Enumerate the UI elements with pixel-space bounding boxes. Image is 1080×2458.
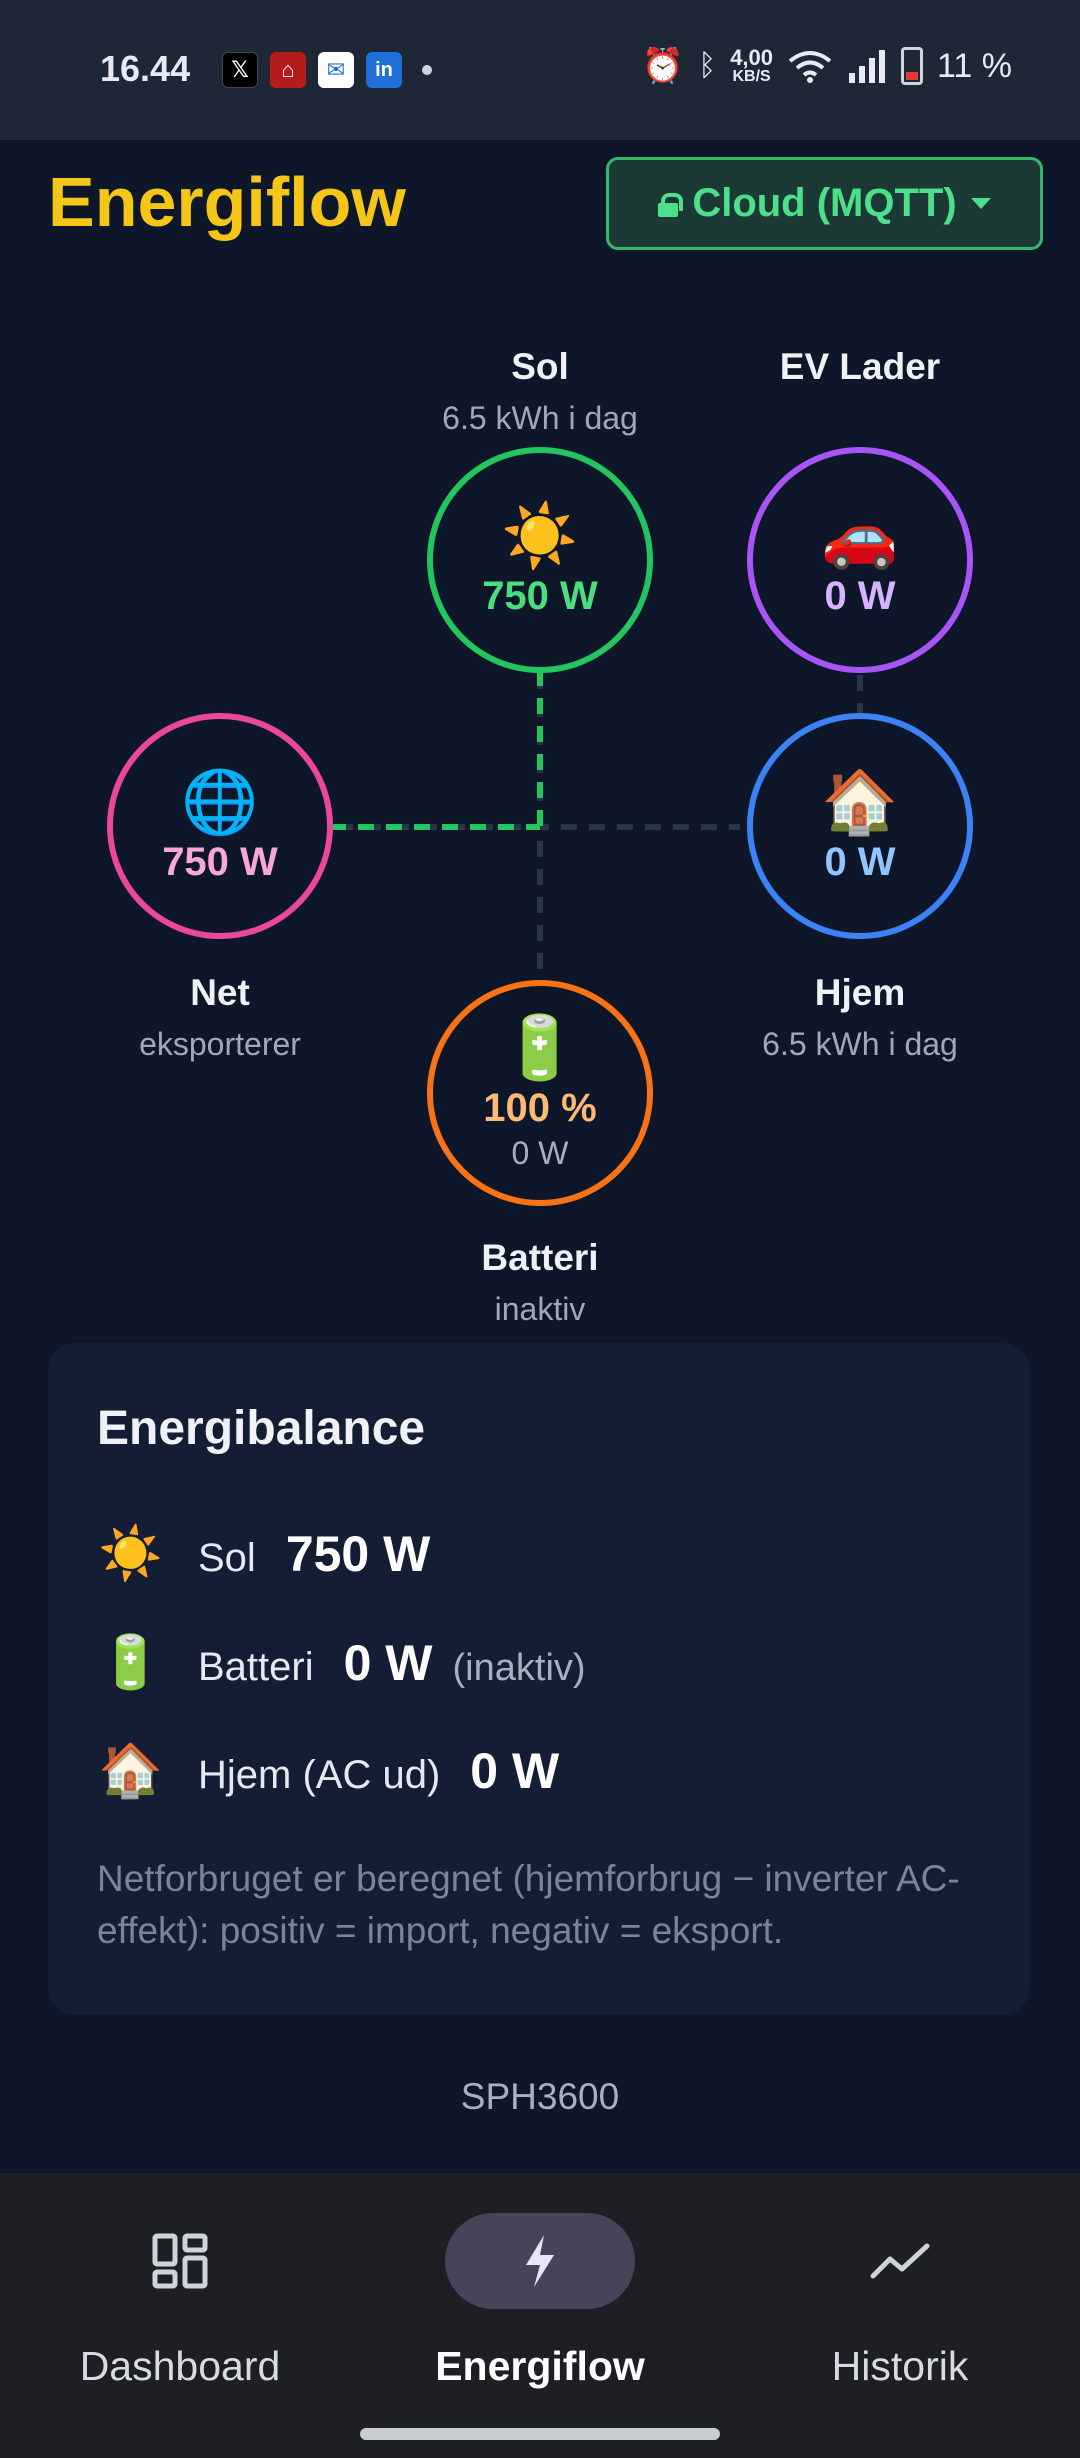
battery-icon: 🔋 — [98, 1634, 163, 1692]
balance-explanation: Netforbruget er beregnet (hjemforbrug − … — [97, 1858, 960, 1951]
solar-label: Sol — [511, 346, 569, 387]
battery-power: 0 W — [511, 1135, 569, 1171]
home-label: Hjem — [814, 972, 906, 1013]
car-icon: 🚗 — [821, 501, 899, 571]
grid-label: Net — [190, 972, 250, 1013]
nav-label: Historik — [831, 2343, 969, 2389]
sun-icon: ☀️ — [98, 1525, 163, 1583]
energy-balance-title: Energibalance — [97, 1402, 426, 1455]
balance-value: 0 W — [470, 1743, 560, 1799]
balance-value: 0 W — [343, 1635, 433, 1691]
bolt-icon — [526, 2235, 554, 2287]
solar-node[interactable]: ☀️ 750 W — [427, 447, 653, 673]
grid-value: 750 W — [162, 839, 278, 884]
chart-line-icon — [870, 2243, 930, 2279]
globe-icon: 🌐 — [181, 767, 259, 837]
solar-value: 750 W — [482, 573, 598, 618]
nav-historik[interactable]: Historik — [720, 2173, 1080, 2423]
nav-energiflow[interactable]: Energiflow — [360, 2173, 720, 2423]
ev-label: EV Lader — [779, 346, 941, 387]
nav-icon-container — [445, 2213, 635, 2309]
nav-dashboard[interactable]: Dashboard — [0, 2173, 360, 2423]
balance-label: Sol — [198, 1536, 256, 1580]
balance-label: Hjem (AC ud) — [198, 1753, 441, 1797]
home-indicator[interactable] — [360, 2428, 720, 2440]
home-node[interactable]: 🏠 0 W — [747, 713, 973, 939]
battery-label: Batteri — [481, 1237, 599, 1278]
balance-note: (inaktiv) — [452, 1647, 586, 1689]
nav-label: Energiflow — [435, 2343, 645, 2389]
balance-row-battery: 🔋 Batteri 0 W (inaktiv) — [98, 1632, 586, 1693]
grid-sub: eksporterer — [139, 1026, 301, 1062]
ev-charger-node[interactable]: 🚗 0 W — [747, 447, 973, 673]
bottom-navigation: Dashboard Energiflow Historik — [0, 2173, 1080, 2458]
sun-icon: ☀️ — [501, 501, 579, 571]
grid-node[interactable]: 🌐 750 W — [107, 713, 333, 939]
home-sub: 6.5 kWh i dag — [762, 1026, 958, 1062]
balance-value: 750 W — [285, 1526, 431, 1582]
balance-row-solar: ☀️ Sol 750 W — [98, 1523, 430, 1584]
battery-sub: inaktiv — [494, 1291, 586, 1327]
home-value: 0 W — [824, 839, 896, 884]
nav-label: Dashboard — [79, 2343, 281, 2389]
house-icon: 🏠 — [821, 767, 899, 837]
battery-soc: 100 % — [483, 1086, 597, 1130]
battery-icon: 🔋 — [501, 1014, 579, 1083]
house-icon: 🏠 — [98, 1742, 163, 1800]
battery-node[interactable]: 🔋 100 % 0 W — [427, 980, 653, 1206]
solar-sub: 6.5 kWh i dag — [442, 400, 638, 436]
dashboard-icon — [152, 2233, 208, 2289]
nav-icon-container — [85, 2213, 275, 2309]
balance-row-home: 🏠 Hjem (AC ud) 0 W — [98, 1740, 559, 1801]
device-model: SPH3600 — [460, 2076, 620, 2117]
balance-label: Batteri — [198, 1645, 314, 1689]
ev-value: 0 W — [824, 573, 896, 618]
energy-balance-card: Energibalance ☀️ Sol 750 W 🔋 Batteri 0 W… — [48, 1343, 1030, 2015]
nav-icon-container — [805, 2213, 995, 2309]
